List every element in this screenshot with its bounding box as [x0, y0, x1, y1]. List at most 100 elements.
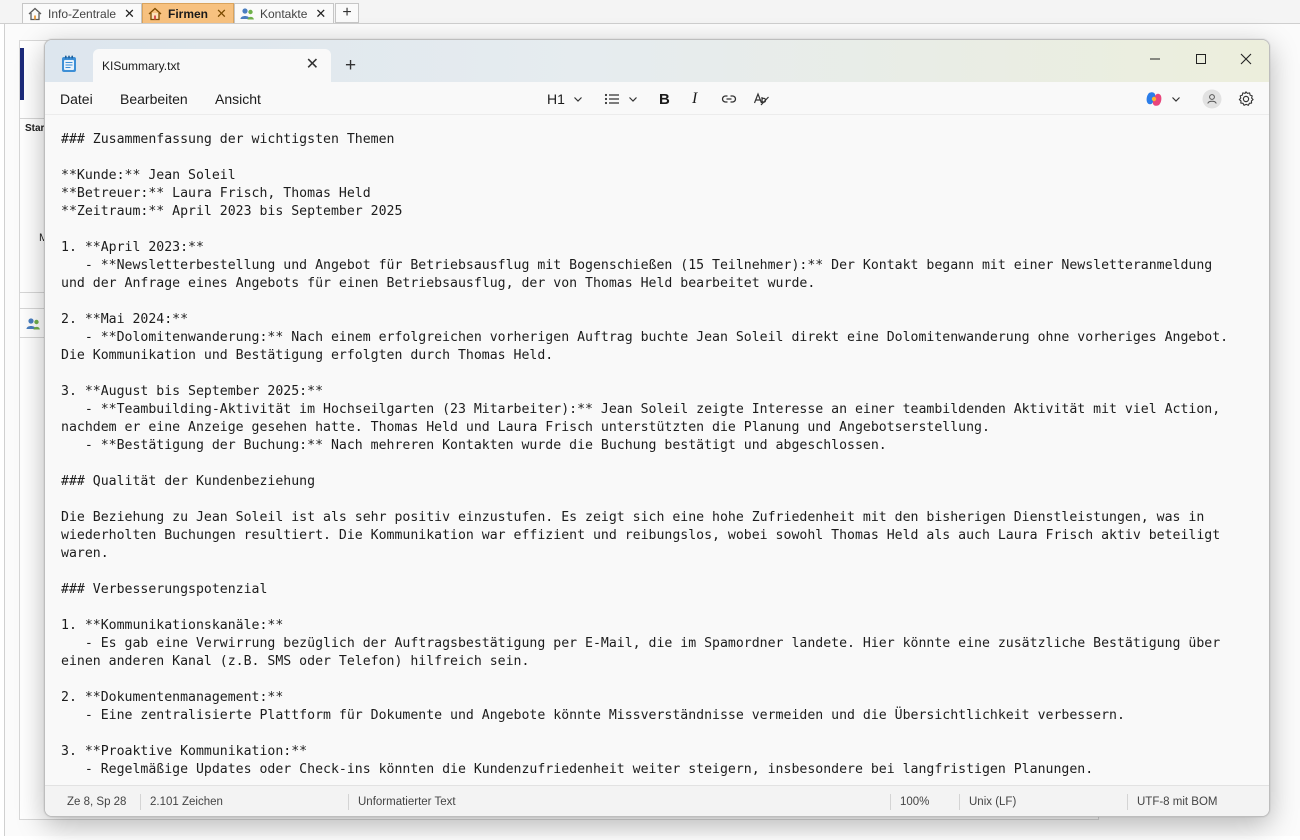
character-count: 2.101 Zeichen	[150, 796, 223, 808]
tab-label: Firmen	[168, 6, 209, 21]
text-line: 3. **Proaktive Kommunikation:**	[61, 744, 308, 759]
text-line: - **Dolomitenwanderung:** Nach einem erf…	[61, 330, 1229, 345]
new-tab-button[interactable]: +	[345, 56, 356, 75]
text-line: und der Anfrage eines Angebots für einen…	[61, 276, 816, 291]
text-line: 1. **Kommunikationskanäle:**	[61, 618, 284, 633]
status-divider	[959, 794, 960, 810]
text-line	[61, 491, 1257, 509]
text-format[interactable]: Unformatierter Text	[358, 796, 456, 808]
contacts-icon	[239, 6, 255, 22]
text-line: - **Bestätigung der Buchung:** Nach mehr…	[61, 438, 887, 453]
home-icon	[147, 6, 163, 22]
text-line: - Eine zentralisierte Plattform für Doku…	[61, 708, 1125, 723]
text-line: ### Qualität der Kundenbeziehung	[61, 474, 316, 489]
menu-datei[interactable]: Datei	[60, 91, 93, 107]
text-line	[61, 149, 1257, 167]
text-line: Die Beziehung zu Jean Soleil ist als seh…	[61, 510, 1205, 525]
text-line	[61, 455, 1257, 473]
text-line: waren.	[61, 546, 109, 561]
tab-label: Info-Zentrale	[48, 6, 117, 21]
list-dropdown[interactable]	[604, 89, 638, 109]
maximize-icon	[1196, 54, 1206, 64]
add-tab-button[interactable]: +	[335, 3, 359, 23]
copilot-dropdown[interactable]	[1145, 89, 1181, 109]
encoding[interactable]: UTF-8 mit BOM	[1137, 796, 1218, 808]
document-tab-title: KISummary.txt	[102, 58, 180, 73]
text-editor[interactable]: ### Zusammenfassung der wichtigsten Them…	[45, 114, 1269, 785]
text-line: **Zeitraum:** April 2023 bis September 2…	[61, 204, 403, 219]
contacts-icon	[25, 316, 41, 337]
status-divider	[1127, 794, 1128, 810]
text-line: 2. **Dokumentenmanagement:**	[61, 690, 284, 705]
status-divider	[348, 794, 349, 810]
text-line	[61, 221, 1257, 239]
tab-kontakte[interactable]: Kontakte ✕	[234, 3, 334, 23]
text-line	[61, 563, 1257, 581]
text-line: **Kunde:** Jean Soleil	[61, 168, 236, 183]
home-icon	[27, 6, 43, 22]
menu-bar: Datei Bearbeiten Ansicht H1 B I	[45, 82, 1269, 114]
line-ending[interactable]: Unix (LF)	[969, 796, 1016, 808]
account-button[interactable]	[1202, 89, 1222, 109]
status-bar: Ze 8, Sp 28 2.101 Zeichen Unformatierter…	[45, 785, 1269, 816]
spellcheck-button[interactable]	[753, 89, 770, 109]
bullet-list-icon	[604, 93, 619, 105]
chevron-down-icon	[573, 97, 582, 102]
close-icon[interactable]: ✕	[216, 7, 227, 20]
chevron-down-icon	[1172, 97, 1180, 102]
heading-label: H1	[547, 91, 565, 107]
background-contacts-section	[19, 308, 46, 338]
italic-button[interactable]: I	[692, 89, 697, 109]
status-divider	[890, 794, 891, 810]
zoom-level[interactable]: 100%	[900, 796, 929, 808]
background-section-label: Star	[25, 123, 45, 134]
close-icon[interactable]: ✕	[315, 7, 326, 20]
text-line: **Betreuer:** Laura Frisch, Thomas Held	[61, 186, 371, 201]
text-line	[61, 599, 1257, 617]
status-divider	[140, 794, 141, 810]
copilot-icon	[1146, 92, 1162, 106]
menu-bearbeiten[interactable]: Bearbeiten	[120, 91, 188, 107]
minimize-icon	[1150, 58, 1160, 60]
text-line	[61, 365, 1257, 383]
settings-button[interactable]	[1237, 89, 1255, 109]
notepad-window: KISummary.txt ✕ + Datei Bearbeiten Ansic…	[44, 39, 1270, 817]
text-line: - **Teambuilding-Aktivität im Hochseilga…	[61, 402, 1221, 417]
tab-label: Kontakte	[260, 6, 308, 21]
background-section	[19, 118, 46, 293]
bold-button[interactable]: B	[659, 89, 670, 109]
text-line: nachdem er eine Anzeige gesehen hatte. T…	[61, 420, 990, 435]
text-line: - Es gab eine Verwirrung bezüglich der A…	[61, 636, 1221, 651]
text-line: 2. **Mai 2024:**	[61, 312, 189, 327]
text-line	[61, 671, 1257, 689]
avatar-icon	[1202, 89, 1222, 109]
editor-content[interactable]: ### Zusammenfassung der wichtigsten Them…	[61, 131, 1257, 779]
document-tab[interactable]: KISummary.txt ✕	[93, 49, 331, 82]
chevron-down-icon	[629, 97, 637, 102]
background-accent-bar	[20, 48, 24, 100]
text-line: - Regelmäßige Updates oder Check-ins kön…	[61, 762, 1094, 777]
menu-ansicht[interactable]: Ansicht	[215, 91, 261, 107]
link-button[interactable]	[721, 89, 737, 109]
text-line: 3. **August bis September 2025:**	[61, 384, 324, 399]
text-line: 1. **April 2023:**	[61, 240, 204, 255]
gear-icon	[1238, 91, 1254, 106]
text-line: ### Zusammenfassung der wichtigsten Them…	[61, 132, 395, 147]
link-icon	[721, 95, 737, 103]
maximize-button[interactable]	[1178, 44, 1224, 74]
text-line: wiederholten Buchungen resultiert. Die K…	[61, 528, 1221, 543]
text-line: - **Newsletterbestellung und Angebot für…	[61, 258, 1213, 273]
minimize-button[interactable]	[1132, 44, 1178, 74]
close-icon[interactable]: ✕	[124, 7, 135, 20]
text-line: Die Kommunikation und Bestätigung erfolg…	[61, 348, 554, 363]
cursor-position[interactable]: Ze 8, Sp 28	[67, 796, 126, 808]
heading-dropdown[interactable]: H1	[547, 89, 583, 109]
close-icon	[1240, 53, 1252, 65]
title-bar: KISummary.txt ✕ +	[45, 40, 1269, 82]
app-tab-bar: Info-Zentrale ✕ Firmen ✕ Kontakte ✕ +	[0, 0, 1300, 24]
tab-firmen[interactable]: Firmen ✕	[142, 3, 234, 23]
close-window-button[interactable]	[1223, 44, 1269, 74]
tab-info-zentrale[interactable]: Info-Zentrale ✕	[22, 3, 142, 23]
text-line	[61, 725, 1257, 743]
close-tab-icon[interactable]: ✕	[306, 57, 319, 73]
